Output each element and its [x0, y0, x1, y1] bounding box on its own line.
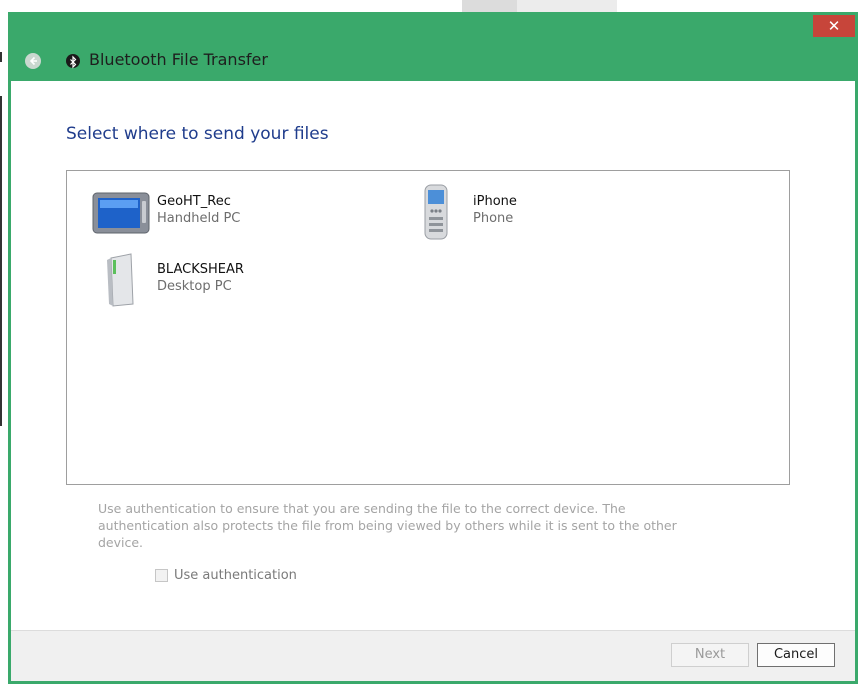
device-item-iphone[interactable]: iPhone Phone [407, 184, 517, 240]
dialog-header: Bluetooth File Transfer [11, 41, 855, 81]
device-type: Phone [473, 211, 514, 226]
use-authentication-option[interactable]: Use authentication [155, 568, 297, 583]
dialog-footer: Next Cancel [11, 630, 855, 681]
dialog-body: Select where to send your files GeoHT_Re… [11, 81, 855, 634]
device-item-blackshear[interactable]: BLACKSHEAR Desktop PC [91, 253, 244, 307]
authentication-description: Use authentication to ensure that you ar… [98, 501, 677, 550]
device-list[interactable]: GeoHT_Rec Handheld PC iPhone Phone BLACK… [66, 170, 790, 485]
back-button[interactable] [25, 53, 41, 69]
background-edge [0, 52, 2, 62]
close-icon: ✕ [827, 17, 841, 35]
cancel-button[interactable]: Cancel [757, 643, 835, 667]
dialog-title: Bluetooth File Transfer [89, 50, 268, 69]
device-type: Desktop PC [157, 279, 232, 294]
bluetooth-transfer-dialog: ✕ Bluetooth File Transfer Select where t… [8, 12, 858, 684]
page-heading: Select where to send your files [66, 124, 329, 144]
phone-icon [407, 184, 467, 240]
device-name: iPhone [473, 194, 517, 209]
background-strip [0, 0, 462, 12]
use-authentication-label[interactable]: Use authentication [174, 568, 297, 583]
use-authentication-checkbox[interactable] [155, 569, 168, 582]
background-strip [517, 0, 617, 12]
handheld-pc-icon [91, 185, 151, 239]
close-button[interactable]: ✕ [813, 15, 855, 37]
title-bar: ✕ [11, 15, 855, 41]
device-type: Handheld PC [157, 211, 241, 226]
next-button[interactable]: Next [671, 643, 749, 667]
background-strip [462, 0, 517, 12]
desktop-pc-icon [91, 253, 151, 307]
device-item-geoht-rec[interactable]: GeoHT_Rec Handheld PC [91, 185, 240, 239]
device-name: BLACKSHEAR [157, 262, 244, 277]
back-arrow-icon [29, 56, 37, 66]
bluetooth-icon [66, 54, 80, 69]
background-edge [0, 96, 2, 426]
device-name: GeoHT_Rec [157, 194, 231, 209]
